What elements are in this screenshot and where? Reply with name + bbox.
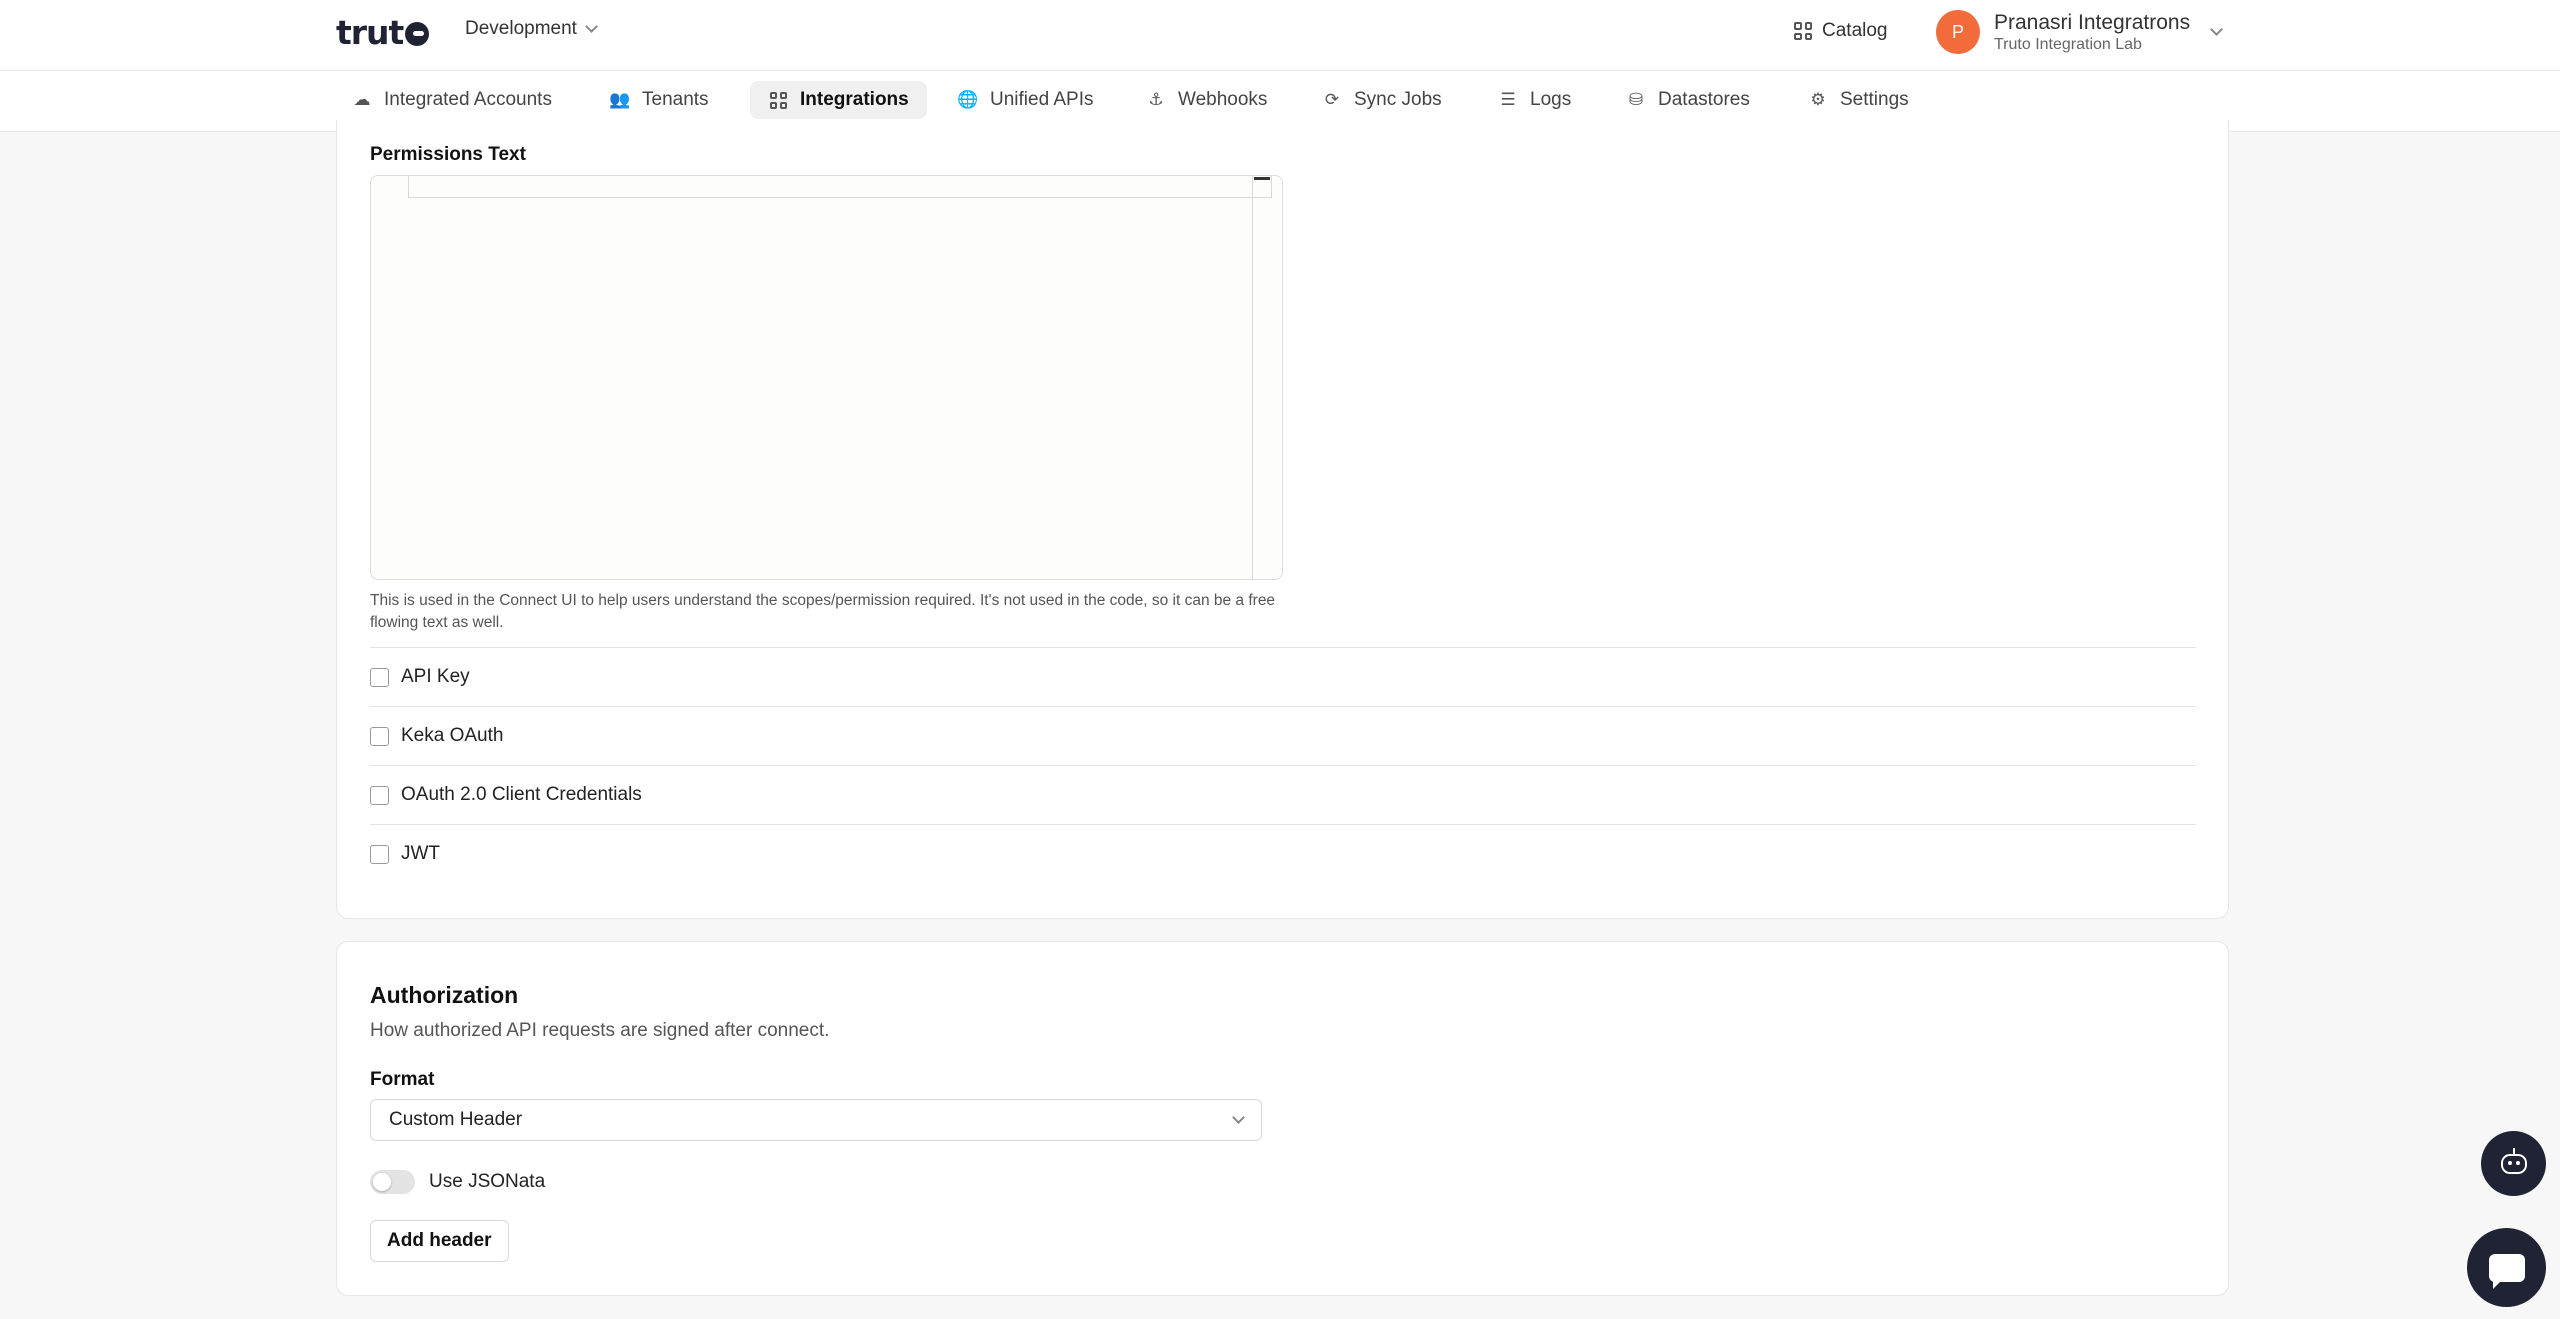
editor-minimap-marker [1254, 177, 1270, 180]
environment-label: Development [465, 18, 577, 39]
add-header-button[interactable]: Add header [370, 1220, 509, 1262]
editor-scrollbar[interactable] [1252, 176, 1253, 579]
nav-logs[interactable]: ☰ Logs [1480, 81, 1589, 119]
list-icon: ☰ [1500, 90, 1516, 109]
nav-settings[interactable]: ⚙ Settings [1790, 81, 1927, 119]
nav-integrations[interactable]: Integrations [750, 81, 927, 119]
use-jsonata-toggle[interactable] [370, 1170, 415, 1194]
user-name: Pranasri Integratrons [1994, 11, 2191, 34]
permissions-text-editor[interactable] [370, 175, 1283, 580]
auth-method-label: Keka OAuth [401, 725, 504, 746]
nav-label: Tenants [642, 89, 709, 110]
cloud-icon: ☁ [353, 90, 371, 109]
user-menu[interactable]: P Pranasri Integratrons Truto Integratio… [1936, 10, 2223, 55]
auth-method-label: API Key [401, 666, 470, 687]
top-header: trut Development Catalog P Pranasri Inte… [0, 0, 2560, 71]
nav-label: Datastores [1658, 89, 1750, 110]
globe-icon: 🌐 [957, 90, 979, 109]
ai-assistant-button[interactable] [2481, 1131, 2546, 1196]
catalog-label: Catalog [1822, 20, 1888, 41]
webhook-icon: ⚓ [1148, 90, 1164, 109]
logo-mark [405, 22, 430, 46]
sync-icon: ⟳ [1324, 90, 1340, 109]
auth-config-card: Permissions Text This is used in the Con… [336, 120, 2229, 919]
editor-line [408, 176, 1272, 198]
chevron-down-icon [585, 20, 598, 33]
chevron-down-icon [1232, 1111, 1245, 1124]
nav-unified-apis[interactable]: 🌐 Unified APIs [940, 81, 1112, 119]
bot-icon [2500, 1147, 2527, 1174]
chat-icon [2488, 1253, 2525, 1289]
checkbox[interactable] [370, 726, 389, 746]
nav-label: Integrations [800, 89, 909, 110]
nav-webhooks[interactable]: ⚓ Webhooks [1128, 81, 1285, 119]
grid-icon [1794, 22, 1812, 40]
format-value: Custom Header [389, 1109, 523, 1130]
user-org: Truto Integration Lab [1994, 36, 2142, 54]
format-label: Format [370, 1069, 435, 1090]
chat-support-button[interactable] [2467, 1228, 2546, 1307]
users-icon: 👥 [609, 90, 631, 109]
chevron-down-icon [2210, 23, 2223, 37]
logo-text: trut [336, 12, 404, 52]
checkbox[interactable] [370, 844, 389, 864]
nav-label: Logs [1530, 89, 1572, 110]
nav-tenants[interactable]: 👥 Tenants [592, 81, 727, 119]
catalog-button[interactable]: Catalog [1794, 20, 1888, 42]
truto-logo[interactable]: trut [336, 12, 430, 52]
use-jsonata-label: Use JSONata [429, 1171, 546, 1192]
format-select[interactable]: Custom Header [370, 1099, 1262, 1141]
nav-label: Integrated Accounts [384, 89, 552, 110]
grid-icon [768, 90, 788, 110]
use-jsonata-row: Use JSONata [370, 1170, 545, 1194]
authorization-title: Authorization [370, 982, 519, 1008]
nav-datastores[interactable]: ⛁ Datastores [1608, 81, 1768, 119]
checkbox[interactable] [370, 785, 389, 805]
database-icon: ⛁ [1628, 90, 1644, 109]
nav-label: Unified APIs [990, 89, 1094, 110]
nav-label: Settings [1840, 89, 1909, 110]
nav-sync-jobs[interactable]: ⟳ Sync Jobs [1304, 81, 1460, 119]
checkbox[interactable] [370, 667, 389, 687]
gear-icon: ⚙ [1810, 90, 1826, 109]
authorization-card: Authorization How authorized API request… [336, 941, 2229, 1296]
authorization-subtitle: How authorized API requests are signed a… [370, 1020, 830, 1041]
permissions-label: Permissions Text [370, 144, 526, 165]
auth-method-api-key[interactable]: API Key [370, 647, 2196, 706]
auth-method-oauth-client-credentials[interactable]: OAuth 2.0 Client Credentials [370, 765, 2196, 824]
avatar: P [1936, 10, 1980, 55]
auth-method-label: OAuth 2.0 Client Credentials [401, 784, 642, 805]
nav-label: Sync Jobs [1354, 89, 1442, 110]
environment-selector[interactable]: Development [465, 18, 598, 40]
nav-label: Webhooks [1178, 89, 1268, 110]
auth-method-label: JWT [401, 843, 441, 864]
user-info: Pranasri Integratrons Truto Integration … [1994, 10, 2190, 54]
permissions-help-text: This is used in the Connect UI to help u… [370, 592, 1276, 631]
nav-integrated-accounts[interactable]: ☁ Integrated Accounts [334, 81, 570, 119]
auth-method-keka-oauth[interactable]: Keka OAuth [370, 706, 2196, 765]
auth-method-jwt[interactable]: JWT [370, 824, 2196, 883]
